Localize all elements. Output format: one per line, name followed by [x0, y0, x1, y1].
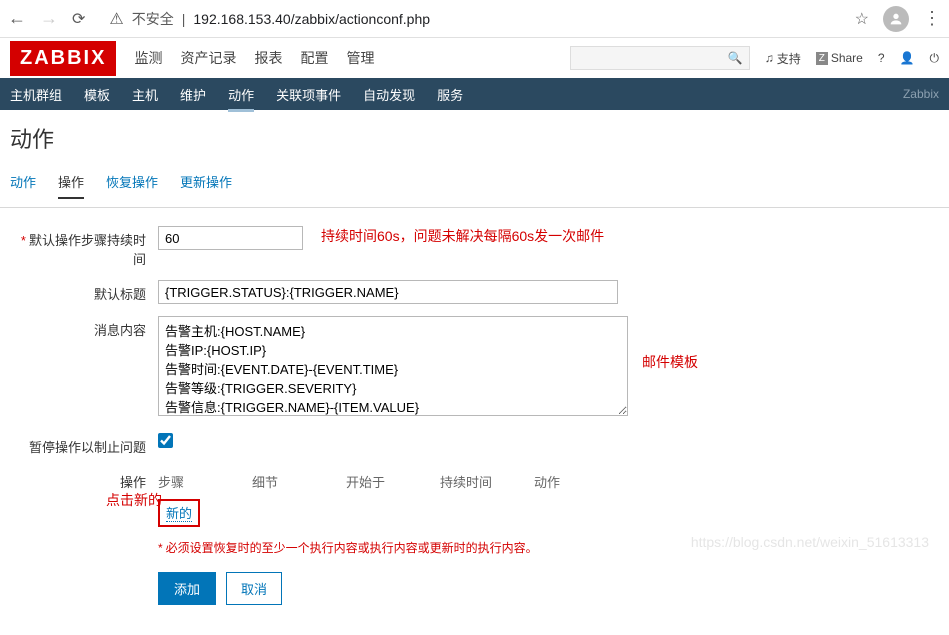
message-label: 消息内容: [10, 316, 158, 339]
ops-col-action: 动作: [534, 472, 628, 491]
duration-input[interactable]: [158, 226, 303, 250]
security-label: 不安全: [132, 9, 174, 29]
power-icon[interactable]: ⏻: [930, 51, 940, 66]
subject-label: 默认标题: [10, 280, 158, 303]
bookmark-icon[interactable]: ☆: [855, 9, 869, 29]
warning-icon: ⚠: [109, 9, 123, 29]
ops-col-step: 步骤: [158, 472, 252, 491]
new-side-note: 点击新的: [106, 490, 162, 510]
menu-dots-icon[interactable]: ⋮: [923, 8, 941, 29]
pause-label: 暂停操作以制止问题: [10, 433, 158, 456]
ops-col-start: 开始于: [346, 472, 440, 491]
tab-operations[interactable]: 操作: [58, 172, 84, 199]
url-text: 192.168.153.40/zabbix/actionconf.php: [193, 11, 430, 27]
duration-annotation: 持续时间60s，问题未解决每隔60s发一次邮件: [321, 226, 604, 246]
tab-update[interactable]: 更新操作: [180, 172, 232, 199]
hint-text: *必须设置恢复时的至少一个执行内容或执行内容或更新时的执行内容。: [158, 539, 628, 556]
search-input[interactable]: 🔍: [570, 46, 750, 70]
page-title: 动作: [0, 110, 949, 172]
profile-avatar[interactable]: [883, 6, 909, 32]
user-icon[interactable]: 👤: [900, 51, 915, 65]
message-textarea[interactable]: 告警主机:{HOST.NAME} 告警IP:{HOST.IP} 告警时间:{EV…: [158, 316, 628, 416]
back-button[interactable]: ←: [8, 8, 26, 29]
subnav-services[interactable]: 服务: [437, 77, 463, 112]
watermark: https://blog.csdn.net/weixin_51613313: [691, 534, 929, 550]
forward-button[interactable]: →: [40, 8, 58, 29]
help-icon[interactable]: ?: [878, 51, 885, 65]
ops-label: 操作: [10, 468, 158, 491]
ops-col-detail: 细节: [252, 472, 346, 491]
search-icon: 🔍: [728, 51, 743, 65]
add-button[interactable]: 添加: [158, 572, 216, 605]
nav-config[interactable]: 配置: [300, 48, 328, 68]
share-link[interactable]: ZShare: [816, 51, 863, 65]
duration-label: *默认操作步骤持续时间: [10, 226, 158, 268]
ops-col-duration: 持续时间: [440, 472, 534, 491]
cancel-button[interactable]: 取消: [226, 572, 282, 605]
nav-admin[interactable]: 管理: [346, 48, 374, 68]
reload-button[interactable]: ⟳: [72, 9, 85, 29]
subnav-actions[interactable]: 动作: [228, 77, 254, 112]
message-annotation: 邮件模板: [642, 352, 698, 372]
support-link[interactable]: ♫ 支持: [765, 50, 801, 67]
subnav-discovery[interactable]: 自动发现: [363, 77, 415, 112]
nav-inventory[interactable]: 资产记录: [180, 48, 236, 68]
subnav-hosts[interactable]: 主机: [132, 77, 158, 112]
nav-reports[interactable]: 报表: [254, 48, 282, 68]
subnav-hostgroups[interactable]: 主机群组: [10, 77, 62, 112]
pause-checkbox[interactable]: [158, 433, 173, 448]
zabbix-logo[interactable]: ZABBIX: [10, 41, 116, 76]
subnav-maintenance[interactable]: 维护: [180, 77, 206, 112]
subnav-templates[interactable]: 模板: [84, 77, 110, 112]
tab-action[interactable]: 动作: [10, 172, 36, 199]
subnav-correlation[interactable]: 关联项事件: [276, 77, 341, 112]
nav-monitor[interactable]: 监测: [134, 48, 162, 68]
subject-input[interactable]: [158, 280, 618, 304]
subnav-brand: Zabbix: [903, 87, 939, 101]
new-operation-link[interactable]: 新的: [166, 506, 192, 522]
address-bar[interactable]: ⚠ 不安全 | 192.168.153.40/zabbix/actionconf…: [99, 5, 840, 33]
tab-recovery[interactable]: 恢复操作: [106, 172, 158, 199]
